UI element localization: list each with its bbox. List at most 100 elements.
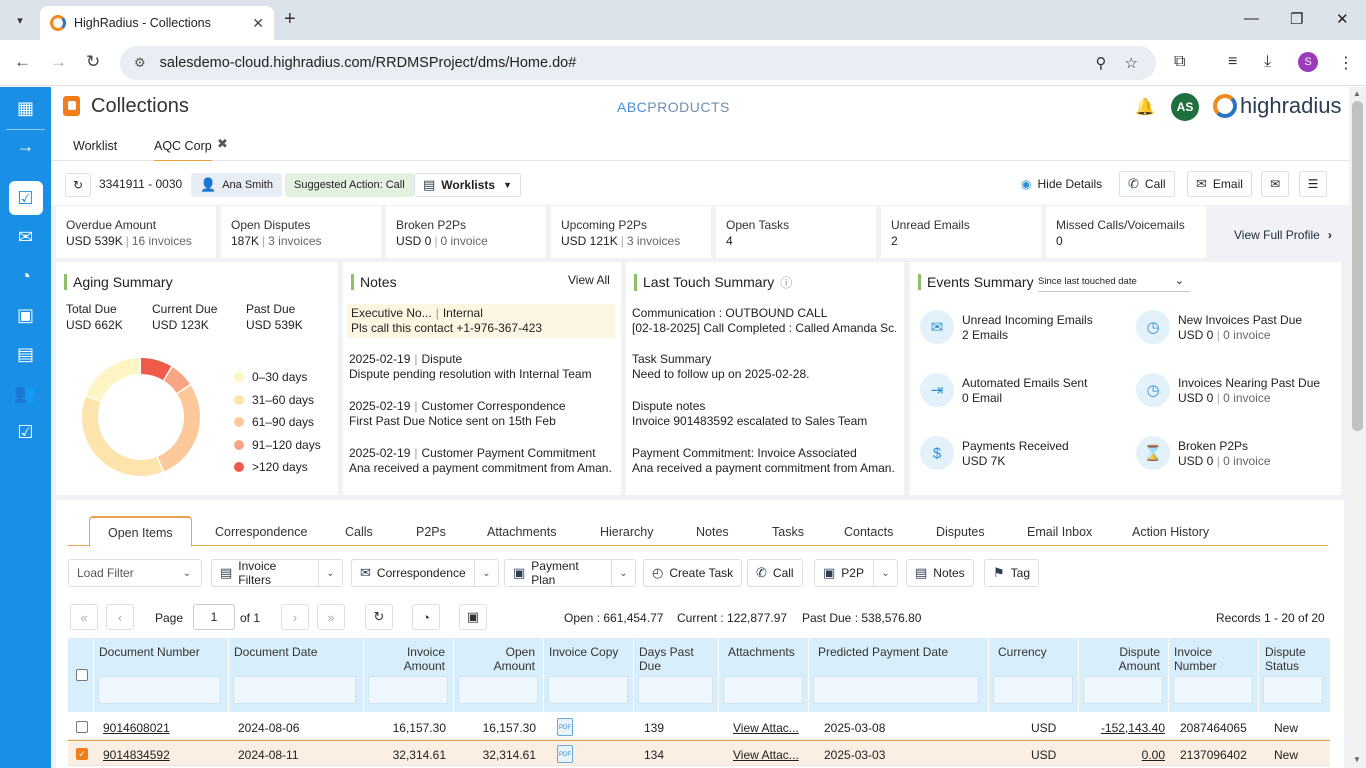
reload-icon[interactable]: ↻	[86, 52, 100, 72]
tab-calls[interactable]: Calls	[345, 525, 373, 539]
page-number-input[interactable]: 1	[193, 604, 235, 630]
view-attachments-link[interactable]: View Attac...	[733, 748, 799, 762]
col-invoice-copy[interactable]: Invoice Copy	[544, 638, 634, 712]
col-currency[interactable]: Currency	[989, 638, 1079, 712]
user-chip[interactable]: 👤 Ana Smith	[191, 173, 282, 197]
restore-icon[interactable]: ❐	[1290, 10, 1303, 28]
tab-email-inbox[interactable]: Email Inbox	[1027, 525, 1092, 539]
users-nav-icon[interactable]: 👥	[0, 374, 51, 412]
forward-icon[interactable]: →	[50, 52, 67, 72]
filter-attachments[interactable]	[723, 676, 803, 704]
filter-open-amount[interactable]	[458, 676, 538, 704]
col-attachments[interactable]: Attachments	[719, 638, 809, 712]
metric-open-disputes[interactable]: Open Disputes 187K | 3 invoices	[221, 206, 381, 258]
invoice-filters-button[interactable]: ▤ Invoice Filters	[211, 559, 319, 587]
metric-broken-p2ps[interactable]: Broken P2Ps USD 0 | 0 invoice	[386, 206, 546, 258]
table-row[interactable]: ✓ 9014834592 2024-08-11 32,314.61 32,314…	[68, 740, 1330, 766]
filter-invoice-amount[interactable]	[368, 676, 448, 704]
close-window-icon[interactable]: ✕	[1336, 10, 1349, 28]
pdf-icon[interactable]: PDF	[557, 718, 573, 736]
tab-contacts[interactable]: Contacts	[844, 525, 893, 539]
filter-invoice-number[interactable]	[1173, 676, 1253, 704]
tab-p2ps[interactable]: P2Ps	[416, 525, 446, 539]
worklist-nav-icon[interactable]: ☑	[0, 179, 51, 217]
p2p-button[interactable]: ▣ P2P	[814, 559, 874, 587]
close-tab-icon[interactable]: ✕	[252, 15, 264, 32]
prev-page-button[interactable]: ‹	[106, 604, 134, 630]
metric-missed-calls[interactable]: Missed Calls/Voicemails 0	[1046, 206, 1206, 258]
note-item[interactable]: Executive No... | Internal Pls call this co…	[347, 304, 615, 338]
filter-document-date[interactable]	[233, 676, 356, 704]
view-attachments-link[interactable]: View Attac...	[733, 721, 799, 735]
col-document-number[interactable]: Document Number	[94, 638, 229, 712]
worklists-dropdown[interactable]: ▤ Worklists ▼	[414, 173, 522, 197]
bookmark-star-icon[interactable]: ☆	[1125, 54, 1138, 72]
profile-avatar[interactable]: S	[1298, 52, 1318, 72]
hide-details-link[interactable]: ◉ Hide Details	[1021, 177, 1102, 191]
tab-attachments[interactable]: Attachments	[487, 525, 556, 539]
note-item[interactable]: 2025-02-19 | Dispute Dispute pending resolu…	[349, 352, 613, 382]
tab-tasks[interactable]: Tasks	[772, 525, 804, 539]
document-nav-icon[interactable]: ▤	[0, 335, 51, 373]
metric-overdue[interactable]: Overdue Amount USD 539K | 16 invoices	[56, 206, 216, 258]
tab-search-icon[interactable]: ▾	[8, 8, 32, 32]
minimize-icon[interactable]: —	[1244, 10, 1259, 27]
bell-icon[interactable]: 🔔	[1135, 97, 1155, 117]
tab-aqc-corp[interactable]: AQC Corp	[154, 139, 212, 162]
filter-predicted-payment-date[interactable]	[813, 676, 979, 704]
invoice-filters-dropdown[interactable]: ⌄	[319, 559, 343, 587]
dispute-amount-link[interactable]: -152,143.40	[1079, 721, 1165, 735]
download-icon[interactable]: ⤓	[1264, 53, 1271, 71]
note-item[interactable]: 2025-02-19 | Customer Payment Commitment An…	[349, 446, 613, 476]
tag-button[interactable]: ⚑ Tag	[984, 559, 1040, 587]
grid-refresh-button[interactable]: ↻	[365, 604, 393, 630]
tasks-nav-icon[interactable]: ☑	[0, 413, 51, 451]
metric-unread-emails[interactable]: Unread Emails 2	[881, 206, 1041, 258]
payment-plan-dropdown[interactable]: ⌄	[612, 559, 636, 587]
media-icon[interactable]: ≡	[1228, 53, 1237, 71]
correspondence-button[interactable]: ✉ Correspondence	[351, 559, 475, 587]
event-payments-received[interactable]: $ Payments Received USD 7K	[920, 436, 1069, 470]
browser-tab[interactable]: HighRadius - Collections ✕	[40, 6, 274, 40]
event-new-invoices-past-due[interactable]: ◷ New Invoices Past Due USD 0 | 0 invoice	[1136, 310, 1302, 344]
metric-open-tasks[interactable]: Open Tasks 4	[716, 206, 876, 258]
document-number-link[interactable]: 9014834592	[103, 748, 170, 762]
row-checkbox[interactable]: ✓	[76, 748, 88, 760]
event-automated-emails[interactable]: ⇥ Automated Emails Sent 0 Email	[920, 373, 1087, 407]
view-full-profile-link[interactable]: View Full Profile ›	[1234, 228, 1332, 242]
zoom-icon[interactable]: ⚲	[1096, 54, 1107, 72]
first-page-button[interactable]: «	[70, 604, 98, 630]
apps-grid-icon[interactable]: ▦	[0, 89, 51, 127]
notes-action-button[interactable]: ▤ Notes	[906, 559, 974, 587]
dispute-amount-link[interactable]: 0.00	[1079, 748, 1165, 762]
page-scrollbar[interactable]: ▲ ▼	[1349, 87, 1366, 768]
tab-disputes[interactable]: Disputes	[936, 525, 985, 539]
filter-days-past-due[interactable]	[638, 676, 713, 704]
next-page-button[interactable]: ›	[281, 604, 309, 630]
history-nav-icon[interactable]: ◔	[0, 257, 51, 295]
tab-hierarchy[interactable]: Hierarchy	[600, 525, 654, 539]
filter-currency[interactable]	[993, 676, 1073, 704]
open-mail-button[interactable]: ✉	[1261, 171, 1289, 197]
filter-invoice-copy[interactable]	[548, 676, 628, 704]
tab-open-items[interactable]: Open Items	[89, 516, 192, 547]
close-tab-icon[interactable]: ✖	[217, 136, 228, 152]
call-action-button[interactable]: ✆ Call	[747, 559, 803, 587]
row-checkbox[interactable]	[76, 721, 88, 733]
col-dispute-amount[interactable]: Dispute Amount	[1079, 638, 1169, 712]
col-open-amount[interactable]: Open Amount	[454, 638, 544, 712]
suggested-action[interactable]: Suggested Action: Call	[285, 173, 414, 197]
mail-nav-icon[interactable]: ✉	[0, 218, 51, 256]
event-invoices-nearing[interactable]: ◷ Invoices Nearing Past Due USD 0 | 0 invo…	[1136, 373, 1320, 407]
filter-dispute-amount[interactable]	[1083, 676, 1163, 704]
info-icon[interactable]: ⓘ	[780, 276, 792, 290]
tab-correspondence[interactable]: Correspondence	[215, 525, 307, 539]
create-task-button[interactable]: ◴ Create Task	[643, 559, 743, 587]
tab-worklist[interactable]: Worklist	[73, 139, 117, 153]
pdf-icon[interactable]: PDF	[557, 745, 573, 763]
document-number-link[interactable]: 9014608021	[103, 721, 170, 735]
select-all-checkbox[interactable]	[76, 669, 88, 681]
event-unread-emails[interactable]: ✉ Unread Incoming Emails 2 Emails	[920, 310, 1093, 344]
col-invoice-amount[interactable]: Invoice Amount	[364, 638, 454, 712]
load-filter-select[interactable]: Load Filter ⌄	[68, 559, 202, 587]
